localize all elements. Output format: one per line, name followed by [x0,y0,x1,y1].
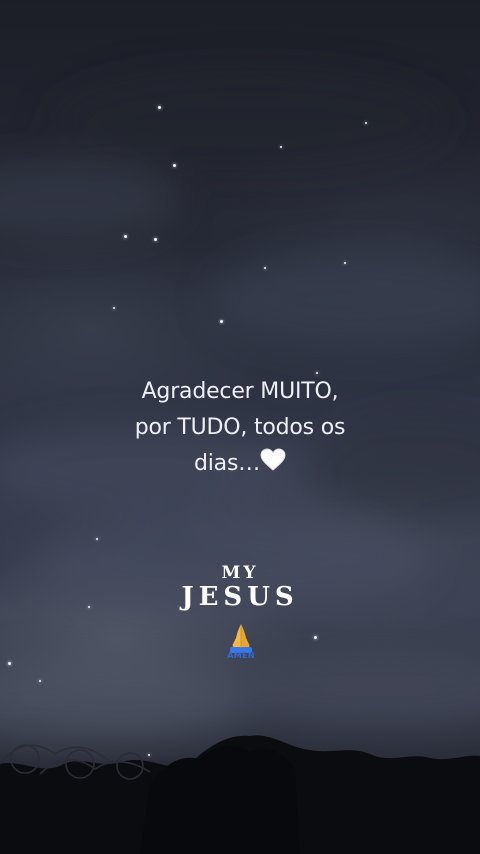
amen-sticker: AMEN [224,622,258,664]
star [314,636,317,639]
quote-text: Agradecer MUITO, por TUDO, todos os dias… [90,374,390,484]
quote-line-3-text: dias… [193,451,261,476]
star [365,122,367,124]
star [124,235,127,238]
star [220,320,223,323]
star [96,538,98,540]
title-my: MY [221,563,259,583]
star [264,267,266,269]
title-jesus: JESUS [181,582,299,612]
white-heart-icon [260,448,286,484]
star [113,307,115,309]
star [173,164,176,167]
star [8,662,11,665]
quote-line-1: Agradecer MUITO, [141,379,339,404]
star [280,146,282,148]
amen-label: AMEN [227,651,255,660]
star [344,262,346,264]
star [158,106,161,109]
star [39,680,41,682]
background-scene: Agradecer MUITO, por TUDO, todos os dias… [0,0,480,854]
quote-line-2: por TUDO, todos os [134,415,346,440]
star [154,238,157,241]
tree-silhouette [0,735,480,854]
quote-line-3: dias… [90,446,390,484]
